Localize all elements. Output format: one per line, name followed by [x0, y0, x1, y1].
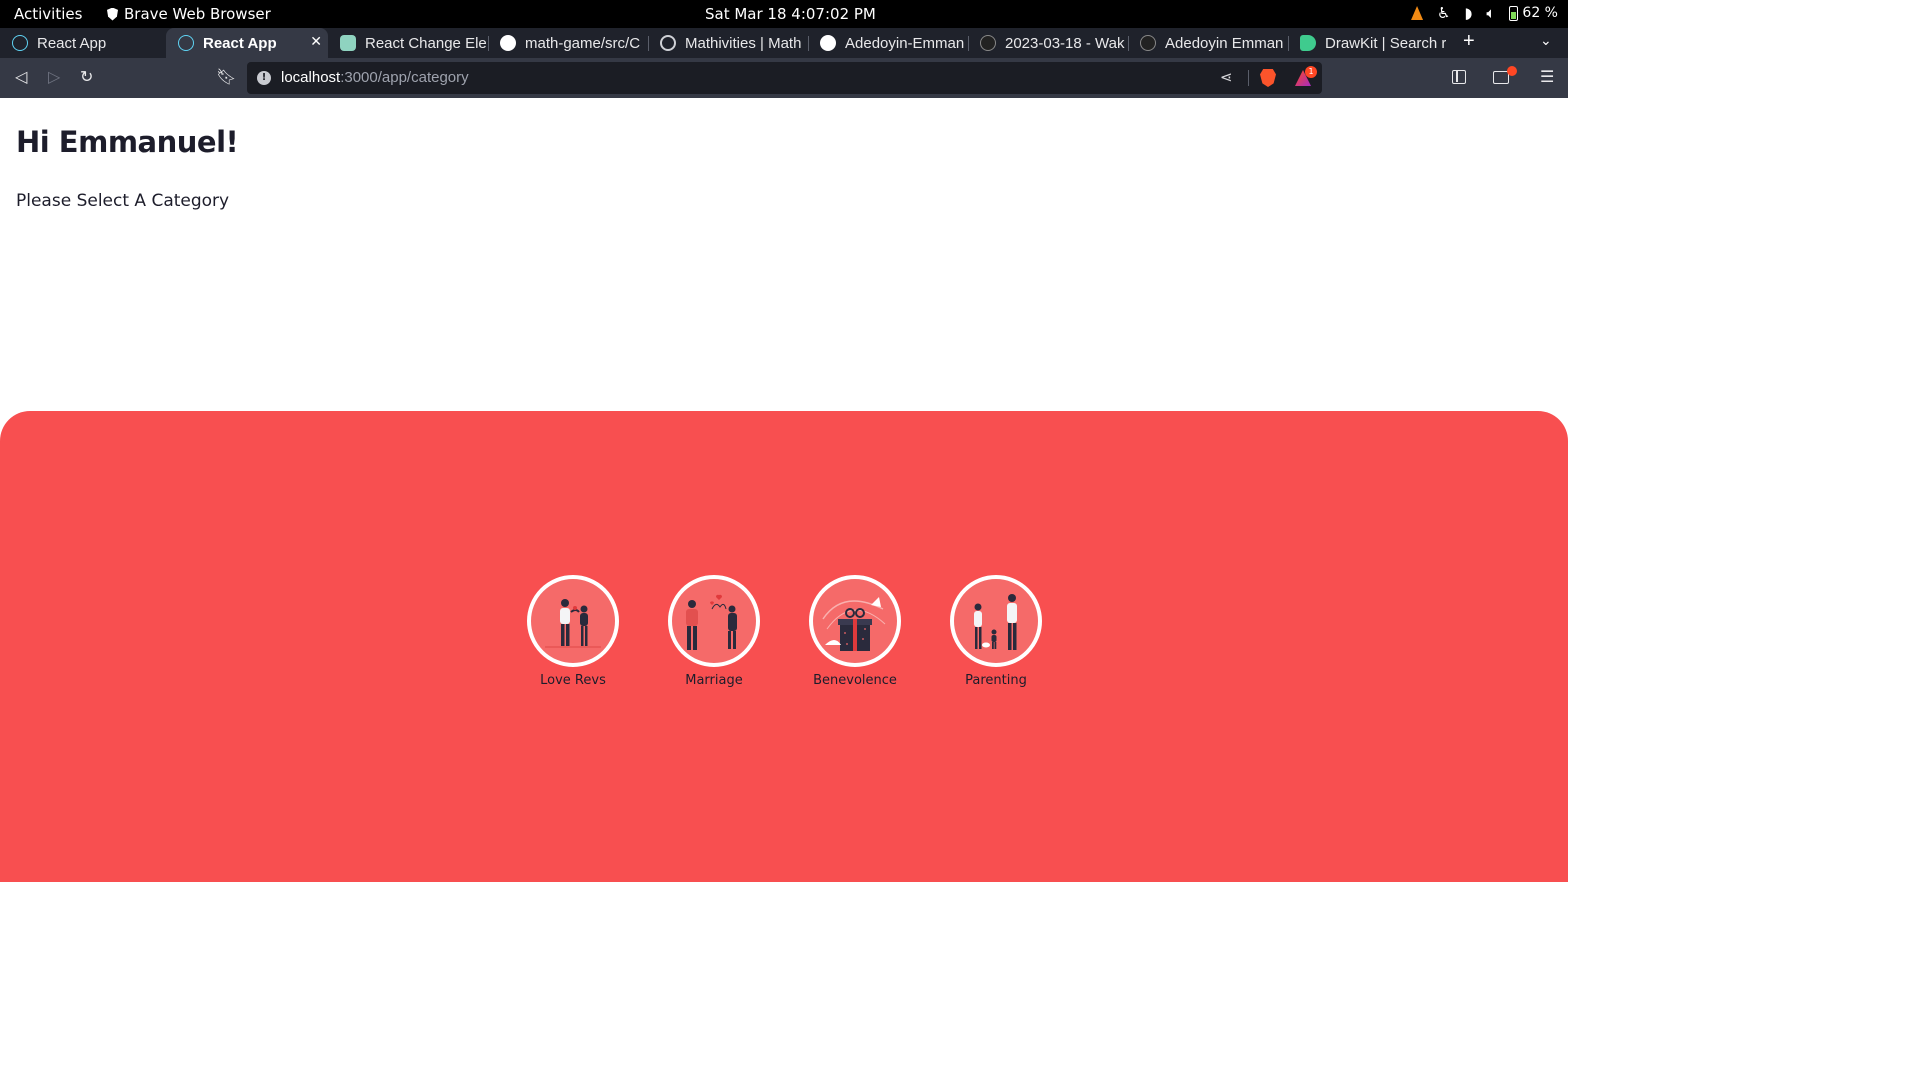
tab-drawkit[interactable]: DrawKit | Search r	[1288, 28, 1448, 58]
tab-title: React App	[203, 34, 277, 52]
battery-percentage: 62 %	[1522, 5, 1558, 21]
system-top-bar: Activities Brave Web Browser Sat Mar 18 …	[0, 0, 1568, 28]
category-panel: Love Revs Marriage Benevolence Parenting	[0, 411, 1568, 882]
globe-icon	[660, 35, 676, 51]
omnibox-divider	[1248, 70, 1249, 86]
tab-title: Adedoyin Emman	[1165, 34, 1284, 52]
tab-mathivities[interactable]: Mathivities | Math	[648, 28, 808, 58]
rewards-badge: 1	[1305, 66, 1317, 78]
battery-indicator[interactable]: 62 %	[1509, 5, 1558, 21]
volume-icon[interactable]: 🔈︎	[1486, 4, 1495, 22]
url-host: localhost	[281, 69, 341, 86]
url-text[interactable]: localhost:3000/app/category	[281, 69, 469, 86]
forward-icon[interactable]: ▷	[48, 67, 60, 86]
system-tray[interactable]: ♿︎ ◗ 🔈︎ 62 %	[1411, 4, 1558, 22]
category-parenting[interactable]: Parenting	[950, 575, 1042, 688]
tab-react-app-active[interactable]: React App ✕	[166, 28, 328, 58]
bookmark-icon[interactable]: 🔖︎	[216, 67, 236, 86]
brave-icon	[107, 7, 118, 21]
page-title: Hi Emmanuel!	[16, 125, 239, 159]
tab-title: DrawKit | Search r	[1325, 34, 1447, 52]
menu-icon[interactable]: ☰	[1540, 67, 1554, 86]
tab-title: math-game/src/C	[525, 34, 641, 52]
navigation-bar: ◁ ▷ ↻ 🔖︎ ! localhost:3000/app/category ⋖…	[0, 58, 1568, 98]
tab-title: Mathivities | Math	[685, 34, 802, 52]
tab-adedoyin-github[interactable]: Adedoyin-Emman	[808, 28, 968, 58]
tab-react-app-1[interactable]: React App	[0, 28, 166, 58]
tab-title: Adedoyin-Emman	[845, 34, 965, 52]
new-tab-button[interactable]: +	[1463, 30, 1475, 53]
brave-shields-icon[interactable]	[1260, 69, 1276, 87]
wakatime-icon	[1140, 35, 1156, 51]
category-marriage[interactable]: Marriage	[668, 575, 760, 688]
tab-title: React App	[37, 34, 107, 52]
category-prompt: Please Select A Category	[16, 191, 230, 211]
vlc-icon[interactable]	[1411, 6, 1424, 20]
gift-illustration-icon[interactable]	[809, 575, 901, 667]
sidebar-toggle-icon[interactable]	[1452, 70, 1466, 84]
couple-illustration-icon[interactable]	[527, 575, 619, 667]
reload-icon[interactable]: ↻	[80, 67, 93, 86]
family-illustration-icon[interactable]	[950, 575, 1042, 667]
tab-react-change[interactable]: React Change Ele	[328, 28, 488, 58]
marriage-illustration-icon[interactable]	[668, 575, 760, 667]
tab-strip: React App React App ✕ React Change Ele m…	[0, 28, 1568, 58]
wallet-notification-dot	[1507, 66, 1517, 76]
app-name-label: Brave Web Browser	[124, 5, 271, 23]
chatgpt-icon	[340, 35, 356, 51]
app-menu[interactable]: Brave Web Browser	[107, 5, 271, 23]
category-label: Marriage	[685, 673, 743, 688]
back-icon[interactable]: ◁	[15, 67, 27, 86]
react-icon	[12, 35, 28, 51]
tab-math-game[interactable]: math-game/src/C	[488, 28, 648, 58]
close-tab-icon[interactable]: ✕	[310, 33, 322, 50]
tab-title: 2023-03-18 - Wak	[1005, 34, 1125, 52]
battery-icon	[1509, 5, 1519, 21]
tab-title: React Change Ele	[365, 34, 487, 52]
activities-button[interactable]: Activities	[14, 5, 82, 23]
category-list: Love Revs Marriage Benevolence Parenting	[527, 575, 1042, 688]
site-info-icon[interactable]: !	[257, 71, 271, 85]
accessibility-icon[interactable]: ♿︎	[1437, 4, 1450, 22]
category-love-revs[interactable]: Love Revs	[527, 575, 619, 688]
share-icon[interactable]: ⋖	[1220, 68, 1233, 86]
tab-wakatime[interactable]: 2023-03-18 - Wak	[968, 28, 1128, 58]
wakatime-icon	[980, 35, 996, 51]
page-content: Hi Emmanuel! Please Select A Category Lo…	[0, 98, 1568, 882]
category-label: Benevolence	[813, 673, 897, 688]
chevron-down-icon[interactable]: ⌄	[1540, 32, 1552, 49]
wifi-icon[interactable]: ◗	[1465, 4, 1473, 22]
github-icon	[820, 35, 836, 51]
clock[interactable]: Sat Mar 18 4:07:02 PM	[705, 5, 876, 23]
category-label: Love Revs	[540, 673, 606, 688]
github-icon	[500, 35, 516, 51]
category-label: Parenting	[965, 673, 1027, 688]
tab-adedoyin-wakatime[interactable]: Adedoyin Emman	[1128, 28, 1288, 58]
address-bar[interactable]: ! localhost:3000/app/category ⋖ 1	[247, 62, 1322, 94]
react-icon	[178, 35, 194, 51]
url-path: :3000/app/category	[340, 69, 469, 86]
category-benevolence[interactable]: Benevolence	[809, 575, 901, 688]
drawkit-icon	[1300, 35, 1316, 51]
